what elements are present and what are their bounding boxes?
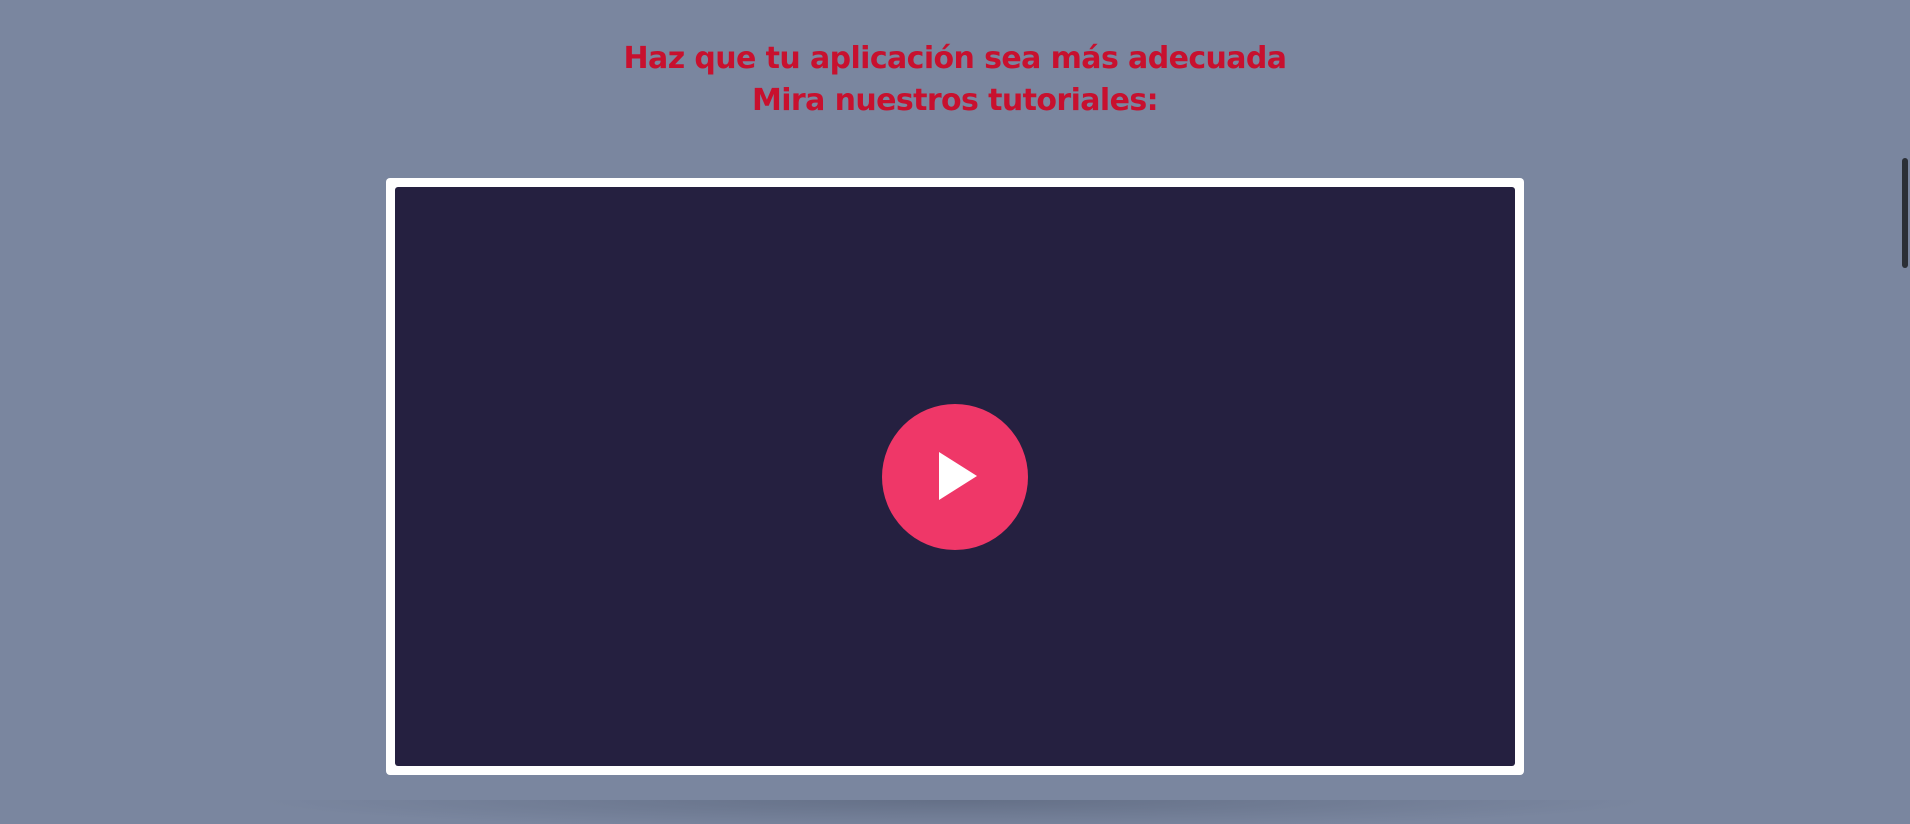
page: Haz que tu aplicación sea más adecuada M…	[0, 0, 1910, 824]
video-player[interactable]	[395, 187, 1515, 766]
heading-line-2: Mira nuestros tutoriales:	[751, 83, 1159, 118]
play-button[interactable]	[882, 403, 1028, 550]
section-shadow	[250, 800, 1660, 824]
video-player-frame	[386, 178, 1524, 775]
scrollbar-thumb[interactable]	[1902, 158, 1908, 268]
heading-line-1: Haz que tu aplicación sea más adecuada	[623, 41, 1287, 76]
page-heading: Haz que tu aplicación sea más adecuada M…	[0, 38, 1910, 122]
play-icon	[939, 451, 977, 500]
